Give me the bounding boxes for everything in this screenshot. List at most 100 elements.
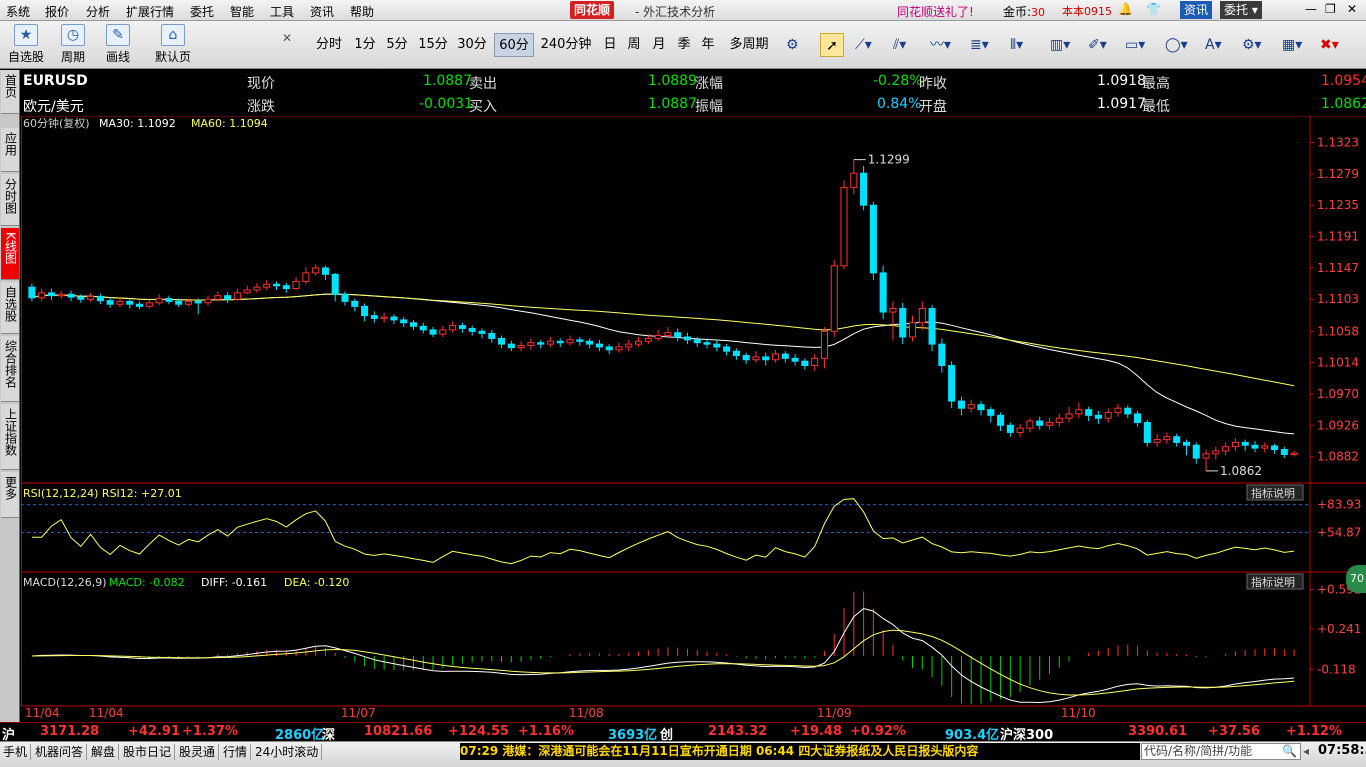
- candle-down: [703, 342, 711, 345]
- candle-down: [390, 316, 398, 321]
- candle-up: [1231, 441, 1239, 448]
- low-label: 最低: [1142, 99, 1170, 115]
- period-day[interactable]: 日: [600, 33, 620, 57]
- search-icon[interactable]: 🔍: [1282, 744, 1297, 758]
- news-ticker[interactable]: 07:29 港媒：深港通可能会在11月11日宣布开通日期 06:44 四大证券报…: [460, 743, 1140, 760]
- status-tab-analysis[interactable]: 解盘: [88, 744, 120, 760]
- tab-timeshare[interactable]: 分时图: [1, 174, 19, 226]
- candle-up: [811, 357, 819, 366]
- fib-tool-icon[interactable]: ≣▾: [970, 33, 989, 57]
- tab-kline-label: K线图: [3, 232, 18, 264]
- candle-up: [1114, 407, 1122, 413]
- promo-link[interactable]: 同花顺送礼了!: [897, 3, 974, 20]
- period-fenshi[interactable]: 分时: [310, 33, 348, 57]
- draw-button[interactable]: ✎ 画线: [100, 24, 136, 66]
- watchlist-button[interactable]: ★ 自选股: [8, 24, 44, 66]
- candle-up: [840, 186, 848, 267]
- period-multi[interactable]: 多周期: [724, 33, 774, 57]
- status-tab-stockbot[interactable]: 股灵通: [176, 744, 220, 760]
- menu-extended[interactable]: 扩展行情: [126, 3, 174, 20]
- menu-tools[interactable]: 工具: [270, 3, 294, 20]
- close-icon[interactable]: ✕: [1347, 2, 1357, 16]
- candle-down: [321, 267, 329, 275]
- rsi-tick-label: +83.93: [1317, 498, 1361, 512]
- period-240m[interactable]: 240分钟: [538, 33, 594, 57]
- tab-watchlist[interactable]: 自选股: [1, 282, 19, 334]
- tab-apps-label: 应用: [3, 132, 18, 156]
- info-button[interactable]: 资讯: [1180, 1, 1213, 19]
- text-tool-icon[interactable]: A▾: [1205, 33, 1222, 57]
- status-tab-qa[interactable]: 机器问答: [32, 744, 88, 760]
- tab-home[interactable]: 首页: [1, 70, 19, 114]
- gann-tool-icon[interactable]: ⦀▾: [1010, 33, 1023, 57]
- period-1m[interactable]: 1分: [350, 33, 380, 57]
- candle-down: [674, 332, 682, 338]
- candle-down: [488, 332, 496, 339]
- score-badge[interactable]: 70: [1346, 565, 1366, 593]
- sound-icon[interactable]: ◂: [1303, 744, 1309, 758]
- candle-down: [1124, 407, 1132, 415]
- candle-down: [977, 404, 985, 411]
- candle-down: [693, 339, 701, 344]
- menu-analysis[interactable]: 分析: [86, 3, 110, 20]
- status-tab-diary[interactable]: 股市日记: [120, 744, 176, 760]
- candle-up: [1055, 417, 1063, 423]
- status-tab-mobile[interactable]: 手机: [0, 744, 32, 760]
- trade-button[interactable]: 委托 ▾: [1220, 1, 1262, 19]
- line-tool-icon[interactable]: ⟋▾: [855, 33, 872, 57]
- menu-trade[interactable]: 委托: [190, 3, 214, 20]
- shirt-icon[interactable]: 👕: [1146, 2, 1161, 16]
- tab-timeshare-label: 分时图: [3, 178, 18, 214]
- rect-tool-icon[interactable]: ▭▾: [1125, 33, 1145, 57]
- parallel-line-icon[interactable]: ⫽▾: [893, 33, 906, 57]
- pen-tool-icon[interactable]: ✐▾: [1088, 33, 1107, 57]
- delete-icon[interactable]: ✖▾: [1320, 33, 1339, 57]
- tab-kline[interactable]: K线图: [1, 228, 19, 280]
- period-year[interactable]: 年: [698, 33, 718, 57]
- minimize-icon[interactable]: —: [1305, 2, 1317, 16]
- menu-smart[interactable]: 智能: [230, 3, 254, 20]
- tab-apps[interactable]: 应用: [1, 128, 19, 172]
- period-30m[interactable]: 30分: [455, 33, 489, 57]
- candle-down: [67, 293, 75, 298]
- period-15m[interactable]: 15分: [416, 33, 450, 57]
- symbol-name: 欧元/美元: [23, 99, 84, 115]
- menu-help[interactable]: 帮助: [350, 3, 374, 20]
- rsi-explain-button[interactable]: 指标说明: [1246, 484, 1304, 501]
- kline-chart[interactable]: 1.1323 1.1279 1.1235 1.1191 1.1147 1.1103 1.10…: [21, 116, 1366, 741]
- candle-up: [243, 289, 251, 294]
- period-quarter[interactable]: 季: [674, 33, 694, 57]
- period-week[interactable]: 周: [624, 33, 644, 57]
- candle-up: [908, 322, 917, 338]
- username[interactable]: 本本0915: [1062, 3, 1112, 19]
- ellipse-tool-icon[interactable]: ◯▾: [1165, 33, 1188, 57]
- settings-gear-icon[interactable]: ⚙: [786, 33, 799, 57]
- bookmark-icon[interactable]: ▦▾: [1282, 33, 1302, 57]
- rsi-explain-label: 指标说明: [1251, 486, 1295, 500]
- default-page-button[interactable]: ⌂ 默认页: [152, 24, 194, 66]
- tab-sh-index[interactable]: 上证指数: [1, 404, 19, 470]
- channel-tool-icon[interactable]: ▥▾: [1050, 33, 1070, 57]
- status-tab-market[interactable]: 行情: [220, 744, 252, 760]
- status-tab-24h[interactable]: 24小时滚动: [252, 744, 323, 760]
- period-5m[interactable]: 5分: [382, 33, 412, 57]
- tab-more[interactable]: 更多: [1, 472, 19, 518]
- candle-down: [928, 308, 936, 345]
- candle-up: [820, 330, 828, 359]
- tab-ranking[interactable]: 综合排名: [1, 336, 19, 402]
- code-search-input[interactable]: 代码/名称/简拼/功能: [1141, 743, 1301, 760]
- restore-icon[interactable]: ❐: [1325, 2, 1336, 16]
- menu-news[interactable]: 资讯: [310, 3, 334, 20]
- collapse-icon[interactable]: ✕: [282, 31, 292, 45]
- draw-settings-icon[interactable]: ⚙▾: [1242, 33, 1262, 57]
- menu-system[interactable]: 系统: [6, 3, 30, 20]
- cursor-icon[interactable]: ➚: [820, 33, 844, 57]
- period-button[interactable]: ◷ 周期: [55, 24, 91, 66]
- bell-icon[interactable]: 🔔: [1118, 2, 1133, 16]
- candle-up: [214, 295, 222, 300]
- macd-explain-button[interactable]: 指标说明: [1246, 573, 1304, 590]
- menu-quote[interactable]: 报价: [45, 3, 69, 20]
- wave-tool-icon[interactable]: 〰▾: [930, 33, 951, 57]
- period-60m[interactable]: 60分: [494, 33, 534, 57]
- period-month[interactable]: 月: [649, 33, 669, 57]
